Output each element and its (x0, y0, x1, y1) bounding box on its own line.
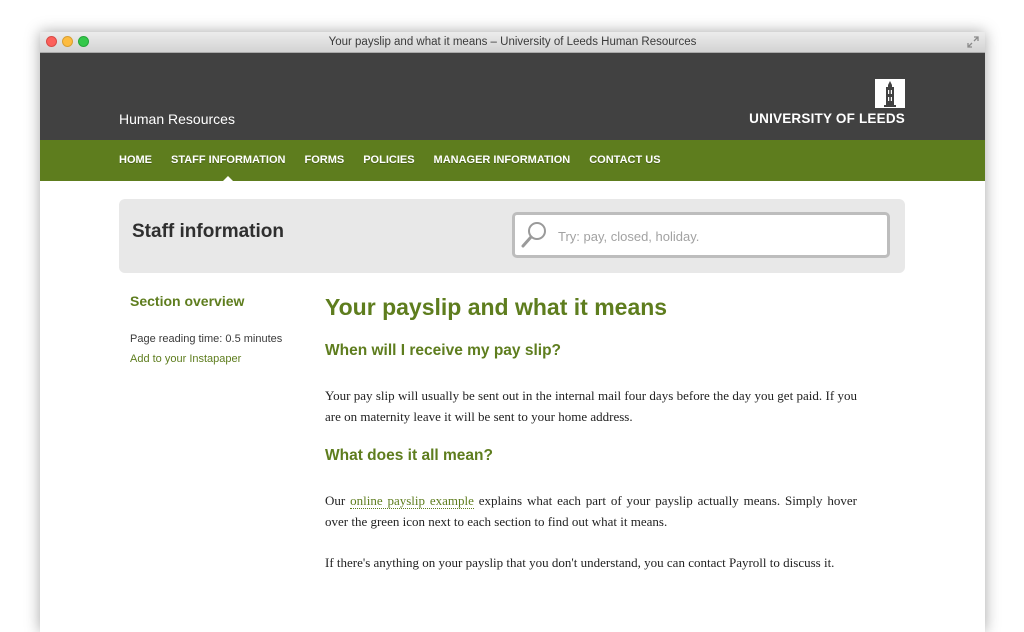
sidebar-heading[interactable]: Section overview (130, 293, 310, 309)
nav-item-home[interactable]: HOME (119, 140, 152, 181)
nav-item-staff-information[interactable]: STAFF INFORMATION (171, 140, 285, 182)
section-title: Staff information (132, 221, 284, 242)
window-title: Your payslip and what it means – Univers… (328, 36, 697, 48)
site-header: Human Resources UNIVERSITY OF LEEDS (40, 53, 985, 140)
article-content: Your payslip and what it means When will… (325, 294, 857, 593)
article-title: Your payslip and what it means (325, 294, 668, 320)
browser-window: Your payslip and what it means – Univers… (40, 32, 985, 632)
search-box[interactable] (512, 212, 890, 258)
tower-icon (875, 79, 905, 108)
university-logo[interactable]: UNIVERSITY OF LEEDS (749, 79, 905, 126)
section1-paragraph: Your pay slip will usually be sent out i… (325, 388, 857, 424)
nav-item-manager-information[interactable]: MANAGER INFORMATION (434, 140, 571, 181)
nav-item-policies[interactable]: POLICIES (363, 140, 414, 181)
sidebar: Section overview Page reading time: 0.5 … (130, 293, 310, 367)
site-name[interactable]: Human Resources (119, 111, 235, 127)
instapaper-link[interactable]: Add to your Instapaper (130, 353, 241, 365)
section-header-panel: Staff information (119, 199, 905, 273)
section2-text-before: Our (325, 493, 351, 508)
nav-item-forms[interactable]: FORMS (304, 140, 344, 181)
reading-time: Page reading time: 0.5 minutes (130, 333, 283, 345)
section2-heading: What does it all mean? (325, 447, 493, 464)
window-titlebar: Your payslip and what it means – Univers… (40, 32, 985, 53)
logo-text: UNIVERSITY OF LEEDS (749, 111, 905, 126)
section3-paragraph: If there's anything on your payslip that… (325, 555, 835, 570)
main-navigation: HOME STAFF INFORMATION FORMS POLICIES MA… (40, 140, 985, 182)
search-icon (521, 222, 546, 248)
payslip-example-link[interactable]: online payslip example (350, 493, 474, 509)
section1-heading: When will I receive my pay slip? (325, 342, 562, 359)
nav-item-contact-us[interactable]: CONTACT US (589, 140, 660, 181)
fullscreen-icon[interactable] (967, 36, 979, 48)
search-input[interactable] (556, 225, 880, 247)
section2-paragraph: Our online payslip example explains what… (325, 490, 857, 532)
